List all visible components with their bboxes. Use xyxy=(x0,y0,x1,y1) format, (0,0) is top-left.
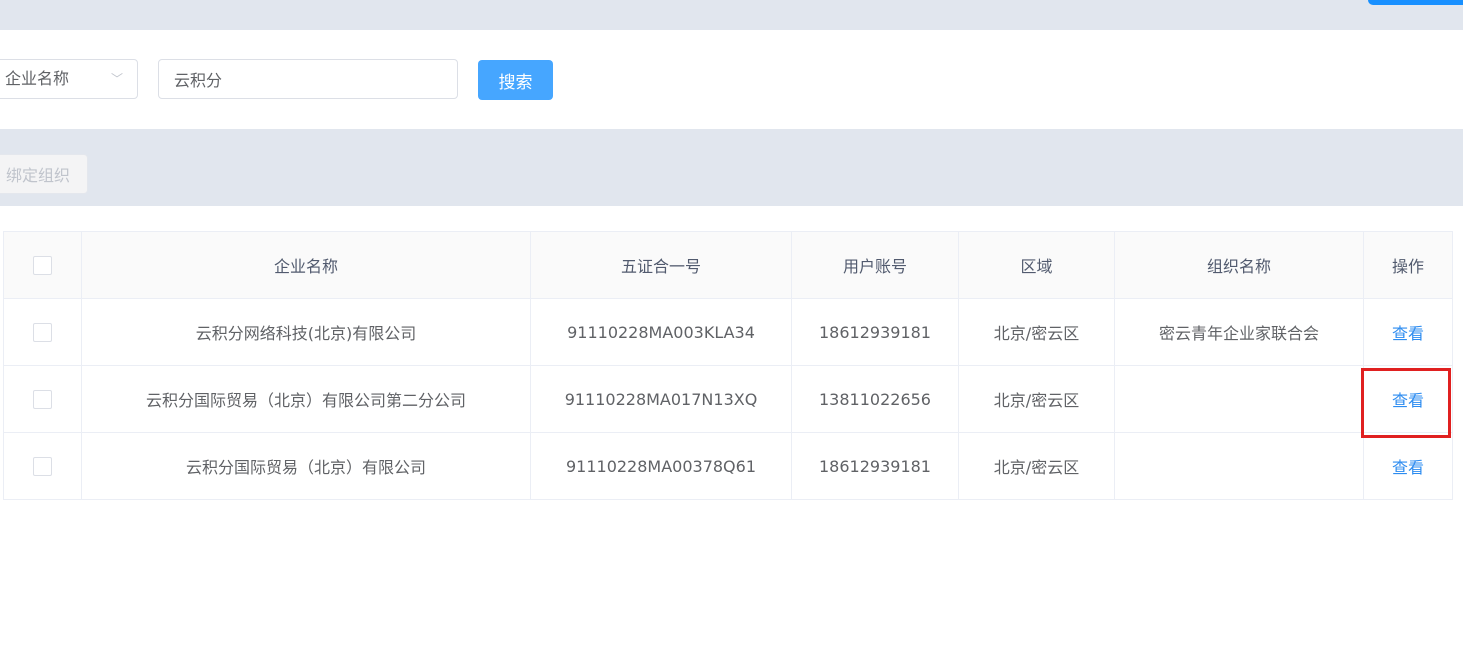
cell-org xyxy=(1114,432,1364,500)
toolbar: 绑定组织 xyxy=(0,129,1463,206)
enterprise-table: 企业名称 五证合一号 用户账号 区域 组织名称 操作 云积分网络科技(北京)有限… xyxy=(3,231,1453,500)
select-all-cell xyxy=(3,231,82,299)
header-org: 组织名称 xyxy=(1114,231,1364,299)
search-input[interactable] xyxy=(158,59,458,99)
top-bar xyxy=(0,0,1463,30)
table-row: 云积分国际贸易（北京）有限公司 91110228MA00378Q61 18612… xyxy=(3,432,1453,500)
cell-code: 91110228MA017N13XQ xyxy=(530,365,792,433)
highlight-box xyxy=(1361,368,1451,438)
cell-action: 查看 xyxy=(1363,432,1453,500)
cell-region: 北京/密云区 xyxy=(958,432,1115,500)
row-checkbox[interactable] xyxy=(33,457,52,476)
header-code: 五证合一号 xyxy=(530,231,792,299)
cell-action: 查看 xyxy=(1363,298,1453,366)
cell-account: 18612939181 xyxy=(791,432,959,500)
cell-org xyxy=(1114,365,1364,433)
cell-code: 91110228MA003KLA34 xyxy=(530,298,792,366)
table-header: 企业名称 五证合一号 用户账号 区域 组织名称 操作 xyxy=(3,231,1453,299)
search-panel: 企业名称 ﹀ 搜索 xyxy=(0,30,1463,129)
cell-account: 13811022656 xyxy=(791,365,959,433)
cell-account: 18612939181 xyxy=(791,298,959,366)
bind-org-button[interactable]: 绑定组织 xyxy=(0,154,88,194)
top-action-button[interactable] xyxy=(1368,0,1463,5)
table-row: 云积分国际贸易（北京）有限公司第二分公司 91110228MA017N13XQ … xyxy=(3,365,1453,433)
row-select-cell xyxy=(3,365,82,433)
header-name: 企业名称 xyxy=(81,231,531,299)
select-all-checkbox[interactable] xyxy=(33,256,52,275)
header-action: 操作 xyxy=(1363,231,1453,299)
row-select-cell xyxy=(3,432,82,500)
cell-code: 91110228MA00378Q61 xyxy=(530,432,792,500)
select-value: 企业名称 xyxy=(5,69,70,88)
view-link[interactable]: 查看 xyxy=(1392,324,1424,343)
search-field-select[interactable]: 企业名称 ﹀ xyxy=(0,59,138,99)
row-checkbox[interactable] xyxy=(33,390,52,409)
cell-name: 云积分国际贸易（北京）有限公司第二分公司 xyxy=(81,365,531,433)
cell-name: 云积分网络科技(北京)有限公司 xyxy=(81,298,531,366)
row-checkbox[interactable] xyxy=(33,323,52,342)
cell-name: 云积分国际贸易（北京）有限公司 xyxy=(81,432,531,500)
row-select-cell xyxy=(3,298,82,366)
view-link[interactable]: 查看 xyxy=(1392,458,1424,477)
chevron-down-icon: ﹀ xyxy=(110,72,123,86)
search-button[interactable]: 搜索 xyxy=(478,60,553,100)
cell-region: 北京/密云区 xyxy=(958,365,1115,433)
cell-region: 北京/密云区 xyxy=(958,298,1115,366)
header-region: 区域 xyxy=(958,231,1115,299)
cell-org: 密云青年企业家联合会 xyxy=(1114,298,1364,366)
table-row: 云积分网络科技(北京)有限公司 91110228MA003KLA34 18612… xyxy=(3,298,1453,366)
header-account: 用户账号 xyxy=(791,231,959,299)
